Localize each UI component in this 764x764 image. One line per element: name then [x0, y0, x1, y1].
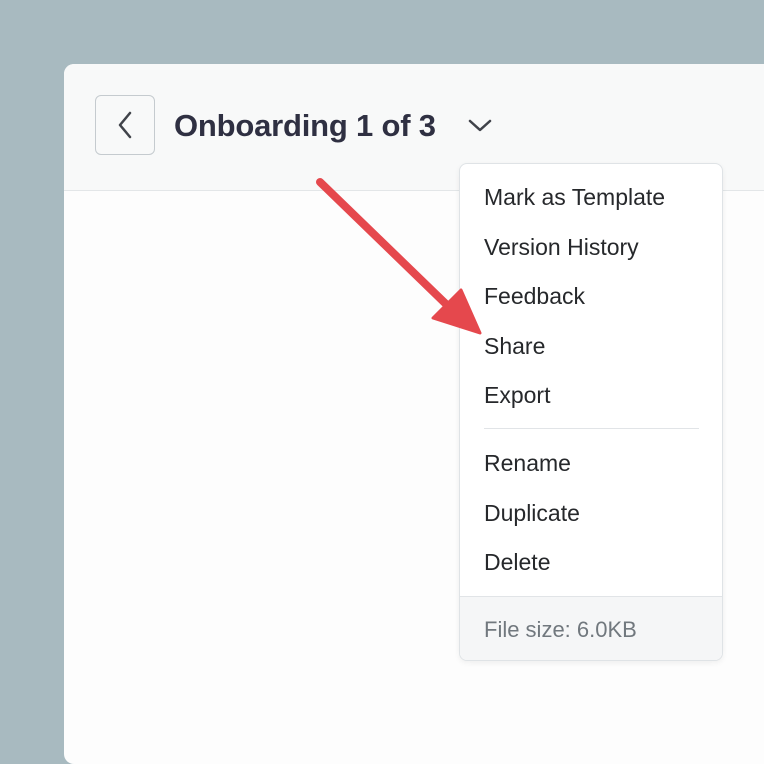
chevron-left-icon: [118, 111, 132, 139]
menu-item-duplicate[interactable]: Duplicate: [484, 499, 580, 527]
file-options-menu: Mark as Template Version History Feedbac…: [459, 163, 723, 661]
chevron-down-icon: [468, 119, 492, 132]
menu-item-rename[interactable]: Rename: [484, 449, 571, 477]
menu-divider: [484, 428, 699, 429]
menu-item-share[interactable]: Share: [484, 332, 545, 360]
menu-item-delete[interactable]: Delete: [484, 548, 550, 576]
title-dropdown-button[interactable]: [465, 114, 495, 138]
menu-item-mark-as-template[interactable]: Mark as Template: [484, 183, 665, 211]
file-size-label: File size: 6.0KB: [484, 617, 637, 642]
menu-item-feedback[interactable]: Feedback: [484, 282, 585, 310]
menu-footer: File size: 6.0KB: [460, 596, 722, 660]
menu-item-export[interactable]: Export: [484, 381, 550, 409]
page-title: Onboarding 1 of 3: [174, 108, 436, 143]
back-button[interactable]: [95, 95, 155, 155]
menu-item-version-history[interactable]: Version History: [484, 233, 639, 261]
